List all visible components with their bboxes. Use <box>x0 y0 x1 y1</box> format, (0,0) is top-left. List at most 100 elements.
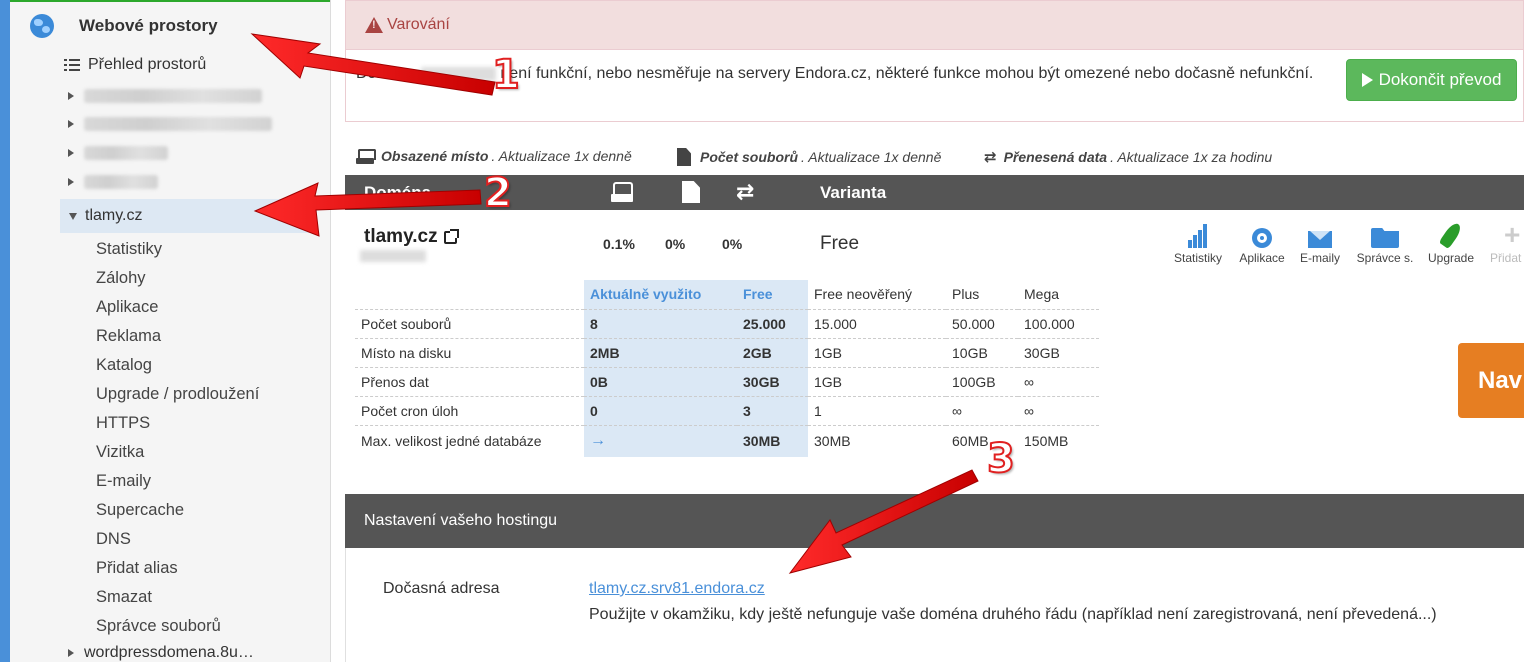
folder-icon <box>1371 228 1399 248</box>
table-row: Přenos dat 0B 30GB 1GB 100GB ∞ <box>355 367 1099 397</box>
cell: ∞ <box>1018 396 1099 426</box>
sidebar-domain-active[interactable]: tlamy.cz <box>60 199 317 233</box>
sidebar: Webové prostory Přehled prostorů tlamy.c… <box>0 0 331 662</box>
tool-pridat[interactable]: + Přidat <box>1480 222 1524 265</box>
cell: 30GB <box>1018 338 1099 368</box>
legend-disk: Obsazené místo. Aktualizace 1x denně <box>356 148 632 164</box>
table-row: Místo na disku 2MB 2GB 1GB 10GB 30GB <box>355 338 1099 368</box>
cell: 1GB <box>808 338 946 368</box>
sidebar-item-aplikace[interactable]: Aplikace <box>96 298 158 317</box>
header-domain: Doména <box>364 183 432 202</box>
sidebar-item-statistiky[interactable]: Statistiky <box>96 240 162 259</box>
cell-current: 2MB <box>584 338 737 368</box>
legend-transfer-note: . Aktualizace 1x za hodinu <box>1110 149 1273 165</box>
complete-transfer-label: Dokončit převod <box>1378 70 1502 89</box>
redacted-domain <box>84 146 168 160</box>
cell: 1 <box>808 396 946 426</box>
list-icon <box>64 59 80 71</box>
sidebar-domain-item[interactable] <box>68 86 262 106</box>
cell: 10GB <box>946 338 1018 368</box>
nav-button[interactable]: Nav <box>1458 343 1524 418</box>
tool-icon-wrap <box>1232 222 1292 248</box>
files-usage-value: 0% <box>665 236 686 252</box>
temp-address-note: Použijte v okamžiku, kdy ještě nefunguje… <box>589 606 1437 623</box>
arrow-right-icon[interactable]: → <box>590 432 606 449</box>
file-icon <box>677 148 691 166</box>
hard-drive-icon <box>610 182 636 204</box>
cell: 50.000 <box>946 309 1018 339</box>
sidebar-item-https[interactable]: HTTPS <box>96 414 150 433</box>
tool-upgrade[interactable]: Upgrade <box>1421 220 1481 265</box>
tool-label: Správce s. <box>1356 251 1414 265</box>
cell-current[interactable]: → <box>584 425 737 457</box>
tool-aplikace[interactable]: Aplikace <box>1232 222 1292 265</box>
domain-table-header: Doména ⇄ Varianta <box>345 175 1524 210</box>
domain-name: tlamy.cz <box>364 226 438 247</box>
temp-address-link[interactable]: tlamy.cz.srv81.endora.cz <box>589 580 765 598</box>
header-free-unverified: Free neověřený <box>808 280 946 310</box>
legend-files-note: . Aktualizace 1x denně <box>801 149 942 165</box>
sidebar-item-supercache[interactable]: Supercache <box>96 501 184 520</box>
warning-body: Doména není funkční, nebo nesměřuje na s… <box>345 50 1524 122</box>
row-label: Max. velikost jedné databáze <box>361 433 542 450</box>
external-link-icon <box>443 228 459 244</box>
cell: 15.000 <box>808 309 946 339</box>
tool-icon-wrap <box>1290 222 1350 248</box>
sidebar-item-emaily[interactable]: E-maily <box>96 472 151 491</box>
header-plus: Plus <box>946 280 1018 310</box>
cell-current: 0B <box>584 367 737 397</box>
sidebar-domain-label: wordpressdomena.8u… <box>84 644 254 661</box>
sidebar-item-spravce-souboru[interactable]: Správce souborů <box>96 617 221 636</box>
caret-down-icon <box>69 212 77 220</box>
tool-icon-wrap <box>1421 220 1481 250</box>
tool-icon-wrap <box>1355 222 1415 248</box>
comparison-table: Aktuálně využito Free Free neověřený Plu… <box>355 280 1099 457</box>
sidebar-accent-bar <box>0 0 10 662</box>
sidebar-item-reklama[interactable]: Reklama <box>96 327 161 346</box>
tool-label: Přidat <box>1490 251 1522 265</box>
sidebar-domain-item[interactable]: wordpressdomena.8u… <box>68 644 254 662</box>
transfer-usage-value: 0% <box>722 236 743 252</box>
sidebar-item-upgrade[interactable]: Upgrade / prodloužení <box>96 385 259 404</box>
sidebar-domain-item[interactable] <box>68 114 272 134</box>
sidebar-item-vizitka[interactable]: Vizitka <box>96 443 144 462</box>
sidebar-domain-item[interactable] <box>68 143 168 163</box>
sidebar-item-overview[interactable]: Přehled prostorů <box>64 56 206 74</box>
sidebar-item-smazat[interactable]: Smazat <box>96 588 152 607</box>
play-icon <box>1361 73 1373 87</box>
tool-icon-wrap: + <box>1480 222 1524 249</box>
caret-right-icon <box>68 149 74 157</box>
tool-emaily[interactable]: E-maily <box>1290 222 1350 265</box>
warning-title: Varování <box>387 16 450 33</box>
transfer-icon: ⇄ <box>984 149 997 166</box>
warning-text-start: Doména <box>356 65 417 82</box>
cell-current: 0 <box>584 396 737 426</box>
gear-icon <box>1252 228 1272 248</box>
complete-transfer-button[interactable]: Dokončit převod <box>1346 59 1517 101</box>
sidebar-item-zalohy[interactable]: Zálohy <box>96 269 146 288</box>
variant-value: Free <box>820 233 860 254</box>
caret-right-icon <box>68 178 74 186</box>
legend-disk-label: Obsazené místo <box>381 148 489 164</box>
sidebar-header[interactable]: Webové prostory <box>30 14 218 38</box>
cell-current: 8 <box>584 309 737 339</box>
domain-name-link[interactable]: tlamy.cz <box>364 226 459 248</box>
table-row: Počet souborů 8 25.000 15.000 50.000 100… <box>355 309 1099 339</box>
cell-free: 30GB <box>737 367 808 397</box>
sidebar-item-katalog[interactable]: Katalog <box>96 356 152 375</box>
sidebar-item-pridat-alias[interactable]: Přidat alias <box>96 559 178 578</box>
sidebar-item-dns[interactable]: DNS <box>96 530 131 549</box>
caret-right-icon <box>68 120 74 128</box>
tool-label: E-maily <box>1299 251 1340 265</box>
transfer-icon: ⇄ <box>736 179 754 204</box>
caret-right-icon <box>68 92 74 100</box>
redacted-domain <box>420 66 496 81</box>
legend-files: Počet souborů. Aktualizace 1x denně <box>677 148 941 166</box>
sidebar-item-label: Přehled prostorů <box>88 56 207 73</box>
cell: 150MB <box>1024 433 1069 450</box>
tool-statistiky[interactable]: Statistiky <box>1168 222 1228 265</box>
cell: 1GB <box>808 367 946 397</box>
cell: 100.000 <box>1018 309 1099 339</box>
sidebar-domain-item[interactable] <box>68 172 158 192</box>
tool-spravce[interactable]: Správce s. <box>1355 222 1415 265</box>
